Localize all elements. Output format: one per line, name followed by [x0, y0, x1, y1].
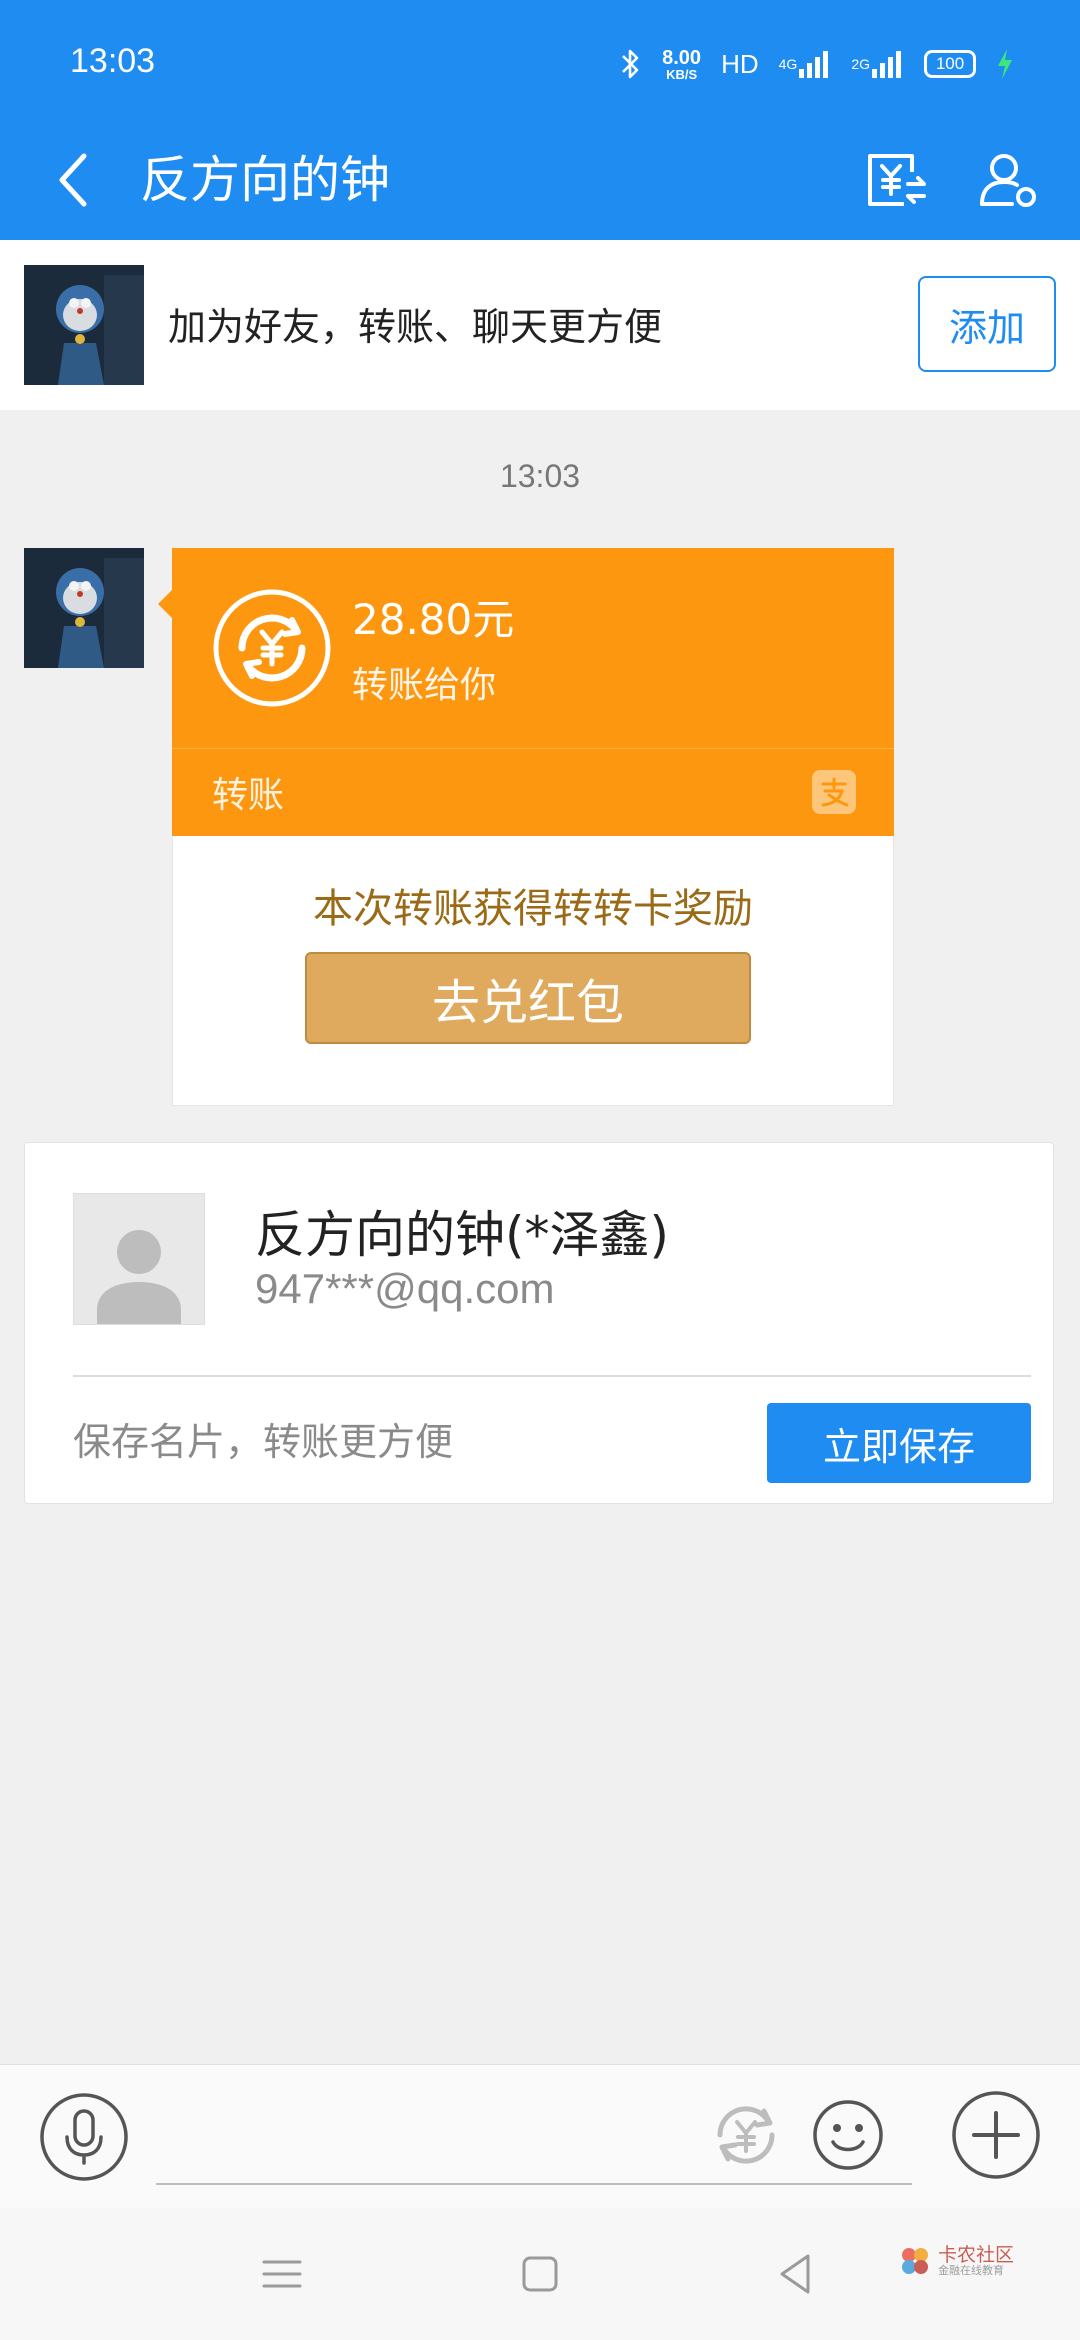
more-options-button[interactable]: [950, 2089, 1042, 2181]
add-friend-banner: 加为好友，转账、聊天更方便 添加: [0, 240, 1080, 410]
status-icons: 8.00 KB/S HD 4G 2G 100: [620, 44, 1014, 84]
sim1-label: 4G: [778, 56, 798, 72]
divider: [73, 1375, 1031, 1377]
emoji-icon: [813, 2100, 883, 2170]
recent-apps-button[interactable]: [256, 2248, 308, 2300]
home-button[interactable]: [514, 2248, 566, 2300]
transfer-type-label: 转账: [212, 775, 285, 816]
battery-level: 100: [935, 54, 965, 73]
message-timestamp: 13:03: [499, 458, 581, 494]
transfer-shortcut-button[interactable]: [706, 2095, 786, 2175]
save-contact-card: 反方向的钟(*泽鑫) 947***@qq.com 保存名片，转账更方便 立即保存: [24, 1142, 1054, 1504]
title-bar: 反方向的钟: [0, 130, 1080, 240]
battery-icon: 100: [924, 50, 976, 78]
transfer-description: 转账给你: [352, 665, 497, 706]
network-speed-unit: KB/S: [666, 66, 698, 82]
charging-icon: [996, 48, 1014, 80]
redeem-red-packet-button[interactable]: 去兑红包: [305, 952, 751, 1044]
top-bar: 13:03 8.00 KB/S HD 4G 2G 100 反方向的钟: [0, 0, 1080, 240]
divider: [172, 748, 894, 749]
status-time: 13:03: [70, 42, 156, 80]
transfer-card-header[interactable]: 28.80元 转账给你 转账: [158, 548, 894, 836]
transfer-amount: 28.80元: [352, 595, 515, 644]
bluetooth-icon: [620, 47, 642, 81]
input-bar: [0, 2064, 1080, 2208]
status-bar: 13:03 8.00 KB/S HD 4G 2G 100: [0, 0, 1080, 130]
signal-icon: 4G: [779, 49, 832, 79]
yuan-transfer-icon: [717, 2106, 775, 2164]
signal-icon: 2G: [851, 49, 904, 79]
microphone-icon: [40, 2093, 128, 2181]
yuan-transfer-icon: [212, 588, 332, 708]
voice-button[interactable]: [38, 2091, 130, 2183]
network-speed: 8.00 KB/S: [662, 48, 701, 81]
save-hint: 保存名片，转账更方便: [73, 1420, 454, 1464]
contact-name: 反方向的钟(*泽鑫): [255, 1206, 670, 1264]
watermark: 卡农社区 金融在线教育: [898, 2244, 1014, 2278]
transfer-button[interactable]: [858, 138, 934, 222]
watermark-title: 卡农社区: [938, 2243, 1015, 2266]
avatar[interactable]: [24, 265, 144, 385]
user-settings-icon: [980, 154, 1036, 207]
watermark-subtitle: 金融在线教育: [938, 2264, 1004, 2278]
contact-account: 947***@qq.com: [255, 1265, 555, 1312]
network-speed-value: 8.00: [662, 46, 702, 69]
emoji-button[interactable]: [808, 2095, 888, 2175]
home-square-icon: [522, 2256, 558, 2292]
watermark-logo-icon: [902, 2248, 928, 2274]
add-friend-button[interactable]: 添加: [918, 276, 1056, 372]
add-friend-hint: 加为好友，转账、聊天更方便: [168, 305, 663, 349]
plus-icon: [952, 2091, 1040, 2179]
chat-title: 反方向的钟: [140, 151, 390, 209]
system-navigation-bar: 卡农社区 金融在线教育: [0, 2208, 1080, 2340]
transfer-message-card[interactable]: 28.80元 转账给你 转账 本次转账获得转转卡奖励 去兑红包: [158, 548, 894, 1106]
back-button[interactable]: [44, 138, 104, 222]
sender-avatar[interactable]: [24, 548, 144, 668]
sim2-label: 2G: [851, 56, 870, 72]
alipay-logo-icon: [812, 770, 856, 814]
back-triangle-icon: [780, 2254, 810, 2294]
menu-icon: [262, 2260, 302, 2288]
message-input[interactable]: [156, 2085, 912, 2185]
default-avatar-icon: [73, 1193, 205, 1325]
save-contact-button[interactable]: 立即保存: [767, 1403, 1031, 1483]
reward-section: 本次转账获得转转卡奖励 去兑红包: [172, 836, 894, 1106]
yuan-transfer-icon: [868, 154, 926, 206]
profile-button[interactable]: [970, 138, 1046, 222]
bubble-tail: [158, 590, 172, 618]
reward-text: 本次转账获得转转卡奖励: [313, 886, 753, 932]
system-back-button[interactable]: [770, 2248, 822, 2300]
hd-label: HD: [721, 48, 759, 79]
chevron-left-icon: [59, 153, 87, 207]
